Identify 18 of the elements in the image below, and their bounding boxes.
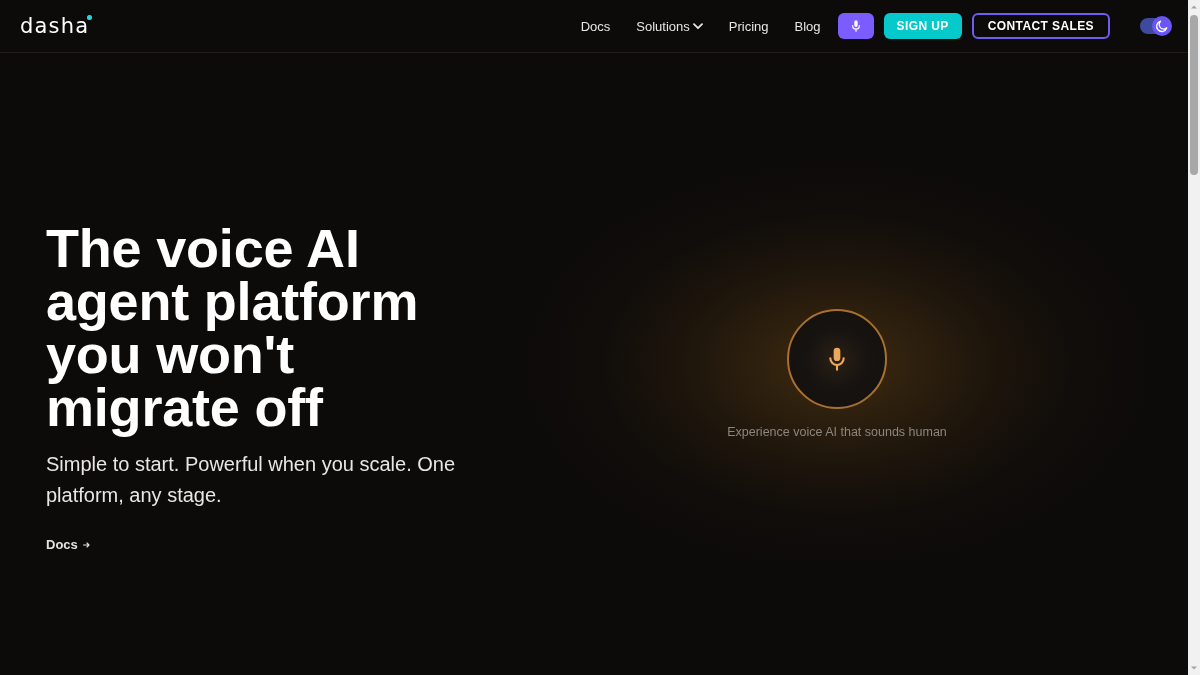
nav-link[interactable]: Blog bbox=[794, 18, 821, 34]
nav-link[interactable]: Docs bbox=[580, 18, 611, 34]
mic-icon bbox=[851, 20, 860, 32]
arrow-right-icon bbox=[82, 541, 90, 548]
docs-link[interactable]: Docs bbox=[46, 536, 90, 553]
dot-icon bbox=[87, 15, 93, 20]
logo-wordmark[interactable]: dasha bbox=[20, 14, 90, 38]
nav-dropdown[interactable]: Solutions bbox=[636, 18, 703, 34]
scrollbar[interactable] bbox=[1188, 0, 1200, 675]
voice-demo-caption: Experience voice AI that sounds human bbox=[727, 423, 947, 440]
theme-toggle[interactable] bbox=[1140, 18, 1170, 34]
moon-icon bbox=[1152, 16, 1172, 36]
mic-button[interactable] bbox=[837, 13, 874, 39]
contact-sales-button[interactable]: CONTACT SALES bbox=[971, 13, 1110, 39]
nav-link[interactable]: Pricing bbox=[728, 18, 769, 34]
chevron-down-icon bbox=[692, 22, 703, 30]
mic-icon bbox=[829, 346, 845, 371]
hero-subtitle: Simple to start. Powerful when you scale. One platform, any stage. bbox=[46, 451, 457, 508]
